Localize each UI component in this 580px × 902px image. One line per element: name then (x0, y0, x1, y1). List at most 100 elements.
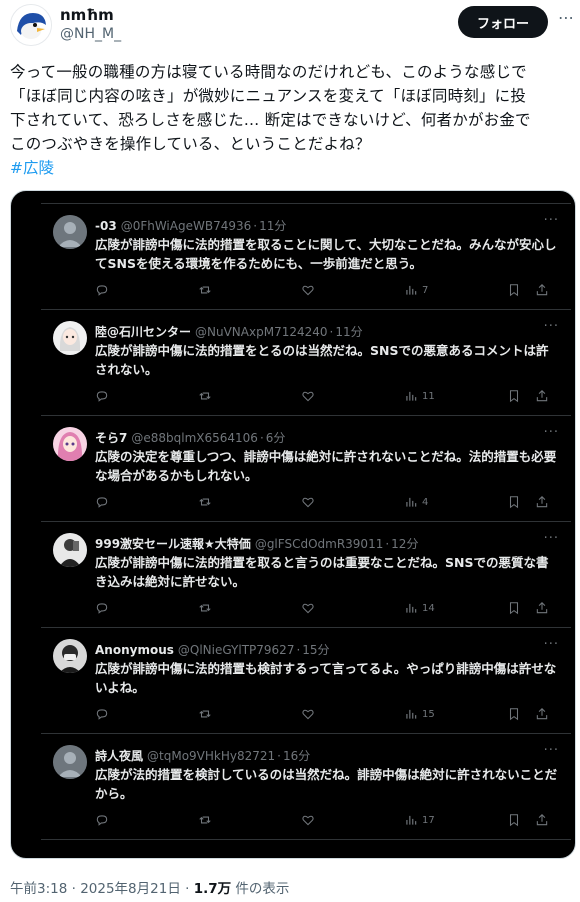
like-icon[interactable] (301, 599, 315, 617)
repost-icon[interactable] (198, 705, 212, 723)
reply-item[interactable]: -03 @0FhWiAgeWB74936 · 11分 ··· 広陵が誹謗中傷に法的措置を取… (41, 205, 571, 311)
reply-author-handle[interactable]: @glFSCdOdmR39011 (255, 537, 384, 551)
reply-author-handle[interactable]: @0FhWiAgeWB74936 (121, 219, 252, 233)
reply-item[interactable]: そら7 @e88bqlmX6564106 · 6分 ··· 広陵の決定を尊重しつつ、誹謗中… (41, 417, 571, 523)
like-icon[interactable] (301, 493, 315, 511)
timestamp[interactable]: 午前3:18 · 2025年8月21日 · (10, 881, 194, 897)
reply-header: -03 @0FhWiAgeWB74936 · 11分 (95, 217, 286, 234)
repost-icon[interactable] (198, 387, 212, 405)
share-icon[interactable] (535, 599, 549, 617)
author-handle[interactable]: @NH_M_ (60, 26, 121, 42)
divider (41, 521, 571, 522)
ellipsis-icon[interactable]: ··· (544, 425, 559, 440)
views-icon[interactable]: 14 (404, 599, 435, 617)
reply-header: Anonymous @QlNieGYlTP79627 · 15分 (95, 641, 330, 658)
reply-icon[interactable] (95, 705, 109, 723)
embedded-screenshot[interactable]: -03 @0FhWiAgeWB74936 · 11分 ··· 広陵が誹謗中傷に法的措置を取… (10, 190, 576, 859)
reply-author-handle[interactable]: @QlNieGYlTP79627 (178, 643, 295, 657)
reply-text: 広陵が誹謗中傷に法的措置も検討するって言ってるよ。やっぱり誹謗中傷は許せないよね… (95, 661, 557, 695)
bookmark-icon[interactable] (507, 705, 521, 723)
share-icon[interactable] (535, 705, 549, 723)
repost-icon[interactable] (198, 811, 212, 829)
author-avatar[interactable] (10, 4, 52, 46)
share-icon[interactable] (535, 493, 549, 511)
reply-time[interactable]: 16分 (283, 749, 310, 763)
reply-icon[interactable] (95, 493, 109, 511)
reply-author-handle[interactable]: @e88bqlmX6564106 (131, 431, 258, 445)
share-icon[interactable] (535, 811, 549, 829)
repost-icon[interactable] (198, 493, 212, 511)
ellipsis-icon[interactable]: ··· (544, 531, 559, 546)
like-icon[interactable] (301, 387, 315, 405)
hashtag-link[interactable]: #広陵 (10, 156, 54, 178)
reply-avatar[interactable] (53, 215, 87, 249)
like-icon[interactable] (301, 811, 315, 829)
reply-item[interactable]: Anonymous @QlNieGYlTP79627 · 15分 ··· 広陵が誹謗中傷に… (41, 629, 571, 735)
reply-time[interactable]: 11分 (259, 219, 286, 233)
repost-icon[interactable] (198, 599, 212, 617)
reply-avatar[interactable] (53, 321, 87, 355)
reply-header: 陸@石川センター @NuVNAxpM7124240 · 11分 (95, 323, 363, 340)
views-count: 17 (422, 814, 435, 826)
ellipsis-icon[interactable]: ··· (544, 319, 559, 334)
reply-actions: 15 (95, 705, 555, 723)
reply-author-name[interactable]: -03 (95, 219, 117, 233)
views-icon[interactable]: 4 (404, 493, 428, 511)
follow-button[interactable]: フォロー (458, 6, 548, 38)
views-count: 14 (422, 602, 435, 614)
views-icon[interactable]: 15 (404, 705, 435, 723)
reply-icon[interactable] (95, 387, 109, 405)
share-icon[interactable] (535, 387, 549, 405)
reply-icon[interactable] (95, 281, 109, 299)
bookmark-icon[interactable] (507, 811, 521, 829)
views-icon[interactable]: 17 (404, 811, 435, 829)
reply-icon[interactable] (95, 811, 109, 829)
reply-item[interactable]: 陸@石川センター @NuVNAxpM7124240 · 11分 ··· 広陵が誹謗中傷に法… (41, 311, 571, 417)
views-icon[interactable]: 7 (404, 281, 428, 299)
like-icon[interactable] (301, 281, 315, 299)
views-count: 11 (422, 390, 435, 402)
reply-avatar[interactable] (53, 639, 87, 673)
ellipsis-icon[interactable]: ··· (544, 213, 559, 228)
repost-icon[interactable] (198, 281, 212, 299)
views-count: 7 (422, 284, 429, 296)
reply-author-name[interactable]: 999激安セール速報★大特価 (95, 537, 251, 551)
reply-separator: · (277, 749, 281, 763)
reply-separator: · (296, 643, 301, 657)
reply-header: 詩人夜風 @tqMo9VHkHy82721 · 16分 (95, 747, 310, 764)
bookmark-icon[interactable] (507, 493, 521, 511)
reply-separator: · (253, 219, 258, 233)
divider (41, 203, 571, 204)
divider (41, 733, 571, 734)
reply-author-handle[interactable]: @tqMo9VHkHy82721 (147, 749, 275, 763)
reply-item[interactable]: 詩人夜風 @tqMo9VHkHy82721 · 16分 ··· 広陵が法的措置を検討してい… (41, 735, 571, 841)
reply-author-handle[interactable]: @NuVNAxpM7124240 (195, 325, 328, 339)
reply-header: 999激安セール速報★大特価 @glFSCdOdmR39011 · 12分 (95, 535, 418, 552)
views-icon[interactable]: 11 (404, 387, 435, 405)
ellipsis-icon[interactable]: ··· (544, 637, 559, 652)
author-name[interactable]: nmħm (60, 6, 114, 24)
reply-time[interactable]: 12分 (391, 537, 418, 551)
reply-author-name[interactable]: 陸@石川センター (95, 325, 191, 339)
reply-author-name[interactable]: そら7 (95, 431, 127, 445)
reply-author-name[interactable]: 詩人夜風 (95, 749, 143, 763)
like-icon[interactable] (301, 705, 315, 723)
divider (41, 309, 571, 310)
share-icon[interactable] (535, 281, 549, 299)
reply-author-name[interactable]: Anonymous (95, 643, 174, 657)
reply-avatar[interactable] (53, 533, 87, 567)
ellipsis-icon[interactable]: ··· (544, 743, 559, 758)
reply-time[interactable]: 6分 (266, 431, 286, 445)
reply-avatar[interactable] (53, 427, 87, 461)
reply-time[interactable]: 11分 (335, 325, 362, 339)
bookmark-icon[interactable] (507, 387, 521, 405)
reply-icon[interactable] (95, 599, 109, 617)
views-count: 4 (422, 496, 429, 508)
views-count: 15 (422, 708, 435, 720)
reply-item[interactable]: 999激安セール速報★大特価 @glFSCdOdmR39011 · 12分 ··· 広陵が… (41, 523, 571, 629)
reply-avatar[interactable] (53, 745, 87, 779)
ellipsis-icon[interactable]: ⋯ (556, 10, 576, 30)
bookmark-icon[interactable] (507, 599, 521, 617)
reply-time[interactable]: 15分 (302, 643, 329, 657)
bookmark-icon[interactable] (507, 281, 521, 299)
